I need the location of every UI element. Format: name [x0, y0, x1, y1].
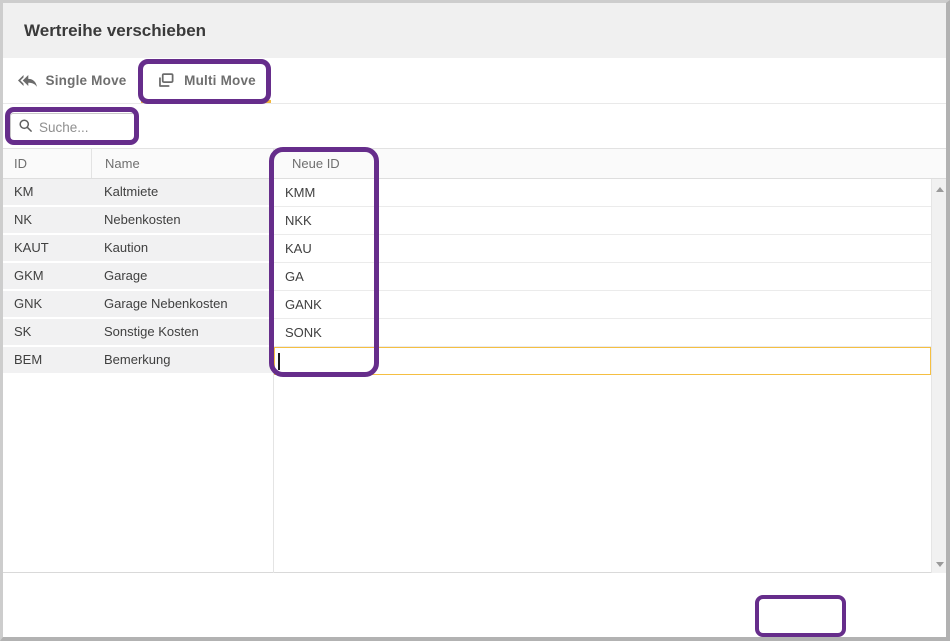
- dialog-titlebar: Wertreihe verschieben: [3, 3, 946, 58]
- cell-name: Nebenkosten: [91, 207, 181, 233]
- copy-pages-icon: [156, 71, 175, 90]
- row-left-cells: SK Sonstige Kosten: [3, 319, 273, 345]
- row-left-cells: NK Nebenkosten: [3, 207, 273, 233]
- cell-name: Garage Nebenkosten: [91, 291, 228, 317]
- table-row[interactable]: BEM Bemerkung: [3, 347, 931, 375]
- search-box[interactable]: [10, 113, 136, 142]
- table-row[interactable]: KAUT Kaution KAU: [3, 235, 931, 263]
- row-left-cells: KM Kaltmiete: [3, 179, 273, 205]
- cell-id: KAUT: [3, 235, 91, 261]
- search-row: [3, 104, 946, 148]
- cell-neue-id[interactable]: KMM: [274, 179, 931, 207]
- column-header-name[interactable]: Name: [91, 149, 273, 178]
- cell-name: Bemerkung: [91, 347, 170, 373]
- cell-neue-id[interactable]: KAU: [274, 235, 931, 263]
- cell-name: Kaltmiete: [91, 179, 158, 205]
- cell-neue-id[interactable]: GANK: [274, 291, 931, 319]
- row-left-cells: BEM Bemerkung: [3, 347, 273, 373]
- tab-multi-move-label: Multi Move: [184, 73, 256, 88]
- cell-id: BEM: [3, 347, 91, 373]
- active-tab-indicator: [141, 100, 271, 103]
- column-header-neue-id[interactable]: Neue ID: [273, 149, 473, 178]
- table-row[interactable]: KM Kaltmiete KMM: [3, 179, 931, 207]
- wertreihe-verschieben-dialog: Wertreihe verschieben Single Move: [0, 0, 950, 641]
- table-row[interactable]: NK Nebenkosten NKK: [3, 207, 931, 235]
- cell-neue-id[interactable]: SONK: [274, 319, 931, 347]
- table-row[interactable]: SK Sonstige Kosten SONK: [3, 319, 931, 347]
- scroll-up-button[interactable]: [932, 181, 947, 197]
- cell-neue-id[interactable]: GA: [274, 263, 931, 291]
- cell-name: Kaution: [91, 235, 148, 261]
- vertical-scrollbar[interactable]: [931, 179, 946, 574]
- scroll-down-arrow-icon: [936, 562, 944, 567]
- search-input[interactable]: [39, 120, 125, 135]
- cell-name: Garage: [91, 263, 147, 289]
- row-left-cells: GNK Garage Nebenkosten: [3, 291, 273, 317]
- table-body: KM Kaltmiete KMM NK Nebenkosten NKK KAUT…: [3, 179, 931, 375]
- cell-id: GKM: [3, 263, 91, 289]
- tab-single-move-label: Single Move: [46, 73, 127, 88]
- search-icon: [18, 118, 33, 138]
- cell-id: GNK: [3, 291, 91, 317]
- cell-id: NK: [3, 207, 91, 233]
- tab-bar: Single Move Multi Move: [3, 58, 946, 104]
- cell-neue-id[interactable]: [274, 347, 931, 375]
- data-grid: ID Name Neue ID KM Kaltmiete KMM NK Nebe…: [3, 148, 946, 573]
- cell-name: Sonstige Kosten: [91, 319, 199, 345]
- tab-multi-move[interactable]: Multi Move: [141, 58, 271, 103]
- scroll-up-arrow-icon: [936, 187, 944, 192]
- grid-header-row: ID Name Neue ID: [3, 149, 946, 179]
- cell-id: KM: [3, 179, 91, 205]
- dialog-footer: Anwenden Abbrechen: [3, 573, 946, 637]
- screen: Wertreihe verschieben Single Move: [0, 0, 950, 641]
- row-left-cells: GKM Garage: [3, 263, 273, 289]
- column-header-id[interactable]: ID: [3, 149, 91, 178]
- tab-single-move[interactable]: Single Move: [3, 58, 141, 103]
- table-row[interactable]: GNK Garage Nebenkosten GANK: [3, 291, 931, 319]
- row-left-cells: KAUT Kaution: [3, 235, 273, 261]
- dialog-title: Wertreihe verschieben: [24, 3, 206, 58]
- cell-id: SK: [3, 319, 91, 345]
- cell-neue-id[interactable]: NKK: [274, 207, 931, 235]
- text-cursor: [278, 353, 280, 370]
- table-row[interactable]: GKM Garage GA: [3, 263, 931, 291]
- reply-all-icon: [18, 71, 37, 90]
- scroll-down-button[interactable]: [932, 556, 947, 572]
